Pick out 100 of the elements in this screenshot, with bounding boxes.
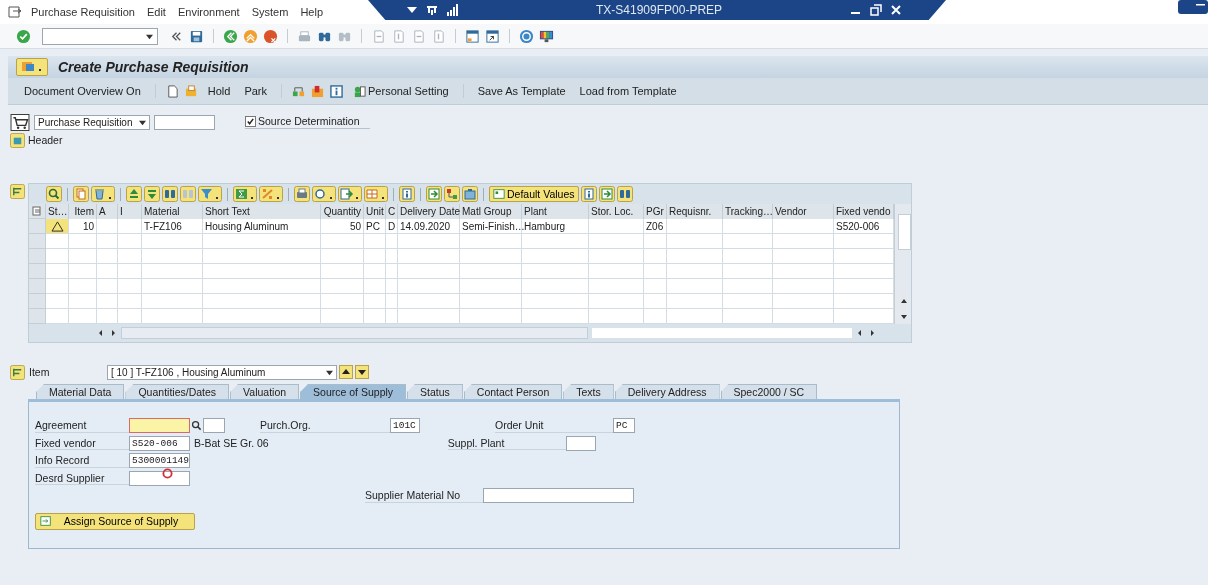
hierarchy-icon[interactable] [292, 84, 305, 98]
menu-item[interactable]: Purchase Requisition [31, 6, 135, 18]
tab[interactable]: Delivery Address [614, 384, 720, 399]
item-dropdown[interactable]: [ 10 ] T-FZ106 , Housing Aluminum [107, 364, 337, 380]
column-header[interactable]: Fixed vendo [834, 204, 894, 219]
document-arrow-icon[interactable] [426, 186, 442, 202]
toolbar-button[interactable]: Save As Template [473, 85, 570, 97]
column-header[interactable]: Item [69, 204, 97, 219]
scroll-thumb[interactable] [121, 327, 588, 339]
toolbar-button[interactable]: Hold [203, 85, 235, 97]
column-header[interactable]: PGr [644, 204, 667, 219]
scroll-arrows-icon[interactable] [856, 329, 876, 337]
agreement-field[interactable] [129, 418, 190, 434]
help-icon[interactable] [519, 28, 534, 44]
tab[interactable]: Source of Supply [300, 384, 407, 399]
header-label[interactable]: Header [28, 134, 63, 146]
column-header[interactable]: Delivery Date [398, 204, 460, 219]
caret-icon[interactable] [139, 118, 146, 126]
window-icon[interactable] [485, 28, 500, 44]
menu-button[interactable] [16, 58, 48, 76]
menu-item[interactable]: Edit [146, 6, 166, 18]
trash-icon[interactable] [91, 186, 115, 202]
column-header[interactable]: Unit [364, 204, 386, 219]
input-field[interactable] [203, 418, 225, 434]
new-document-icon[interactable] [165, 84, 179, 98]
document-arrow-icon[interactable] [598, 186, 615, 202]
tab[interactable]: Valuation [230, 384, 300, 399]
person-icon[interactable] [353, 84, 366, 98]
binoculars-icon[interactable] [162, 186, 178, 202]
supplier-material-field[interactable] [483, 488, 634, 504]
column-header[interactable]: Vendor [773, 204, 834, 219]
printer-icon[interactable] [297, 28, 312, 44]
collapse-icon[interactable] [10, 364, 25, 380]
column-header[interactable]: Quantity [321, 204, 364, 219]
column-header[interactable]: A [97, 204, 118, 219]
menu-icon[interactable] [20, 60, 44, 74]
column-header[interactable]: Short Text [203, 204, 321, 219]
caret-icon[interactable] [326, 368, 333, 376]
personal-setting-button[interactable]: Personal Setting [349, 84, 453, 98]
default-values-button[interactable]: Default Values [489, 186, 579, 202]
scroll-arrows-icon[interactable] [97, 329, 117, 337]
info-icon[interactable] [580, 186, 597, 202]
vertical-scrollbar[interactable] [894, 204, 911, 324]
column-header[interactable]: Matl Group [460, 204, 522, 219]
assign-source-button[interactable]: Assign Source of Supply [35, 512, 195, 530]
previous-item-icon[interactable] [339, 365, 353, 379]
info-icon[interactable] [399, 186, 415, 202]
column-header[interactable]: Requisnr. [667, 204, 723, 219]
tab[interactable]: Material Data [36, 384, 125, 399]
pin-icon[interactable] [426, 4, 438, 16]
column-header[interactable]: Tracking… [723, 204, 773, 219]
folder-icon[interactable] [184, 84, 198, 98]
column-header[interactable]: I [118, 204, 142, 219]
filter-icon[interactable] [198, 186, 222, 202]
export-icon[interactable] [338, 186, 362, 202]
save-icon[interactable] [189, 28, 204, 44]
column-header[interactable]: St… [46, 204, 69, 219]
monitor-icon[interactable] [539, 28, 554, 44]
column-header[interactable]: Plant [522, 204, 589, 219]
toolbar-button[interactable]: Park [240, 85, 271, 97]
tab[interactable]: Texts [563, 384, 614, 399]
scroll-thumb[interactable] [898, 214, 911, 250]
info-icon[interactable] [330, 84, 343, 98]
column-header[interactable]: Material [142, 204, 203, 219]
source-determination-checkbox[interactable]: Source Determination [245, 115, 370, 129]
cart-icon[interactable] [10, 113, 30, 131]
tab[interactable]: Quantities/Dates [125, 384, 230, 399]
tab[interactable]: Status [407, 384, 463, 399]
document-type-dropdown[interactable]: Purchase Requisition [34, 114, 150, 130]
sort-icon[interactable] [126, 186, 142, 202]
command-field[interactable] [42, 27, 158, 45]
toolbar-button[interactable]: Load from Template [575, 85, 681, 97]
copy-icon[interactable] [73, 186, 89, 202]
exit-icon[interactable] [243, 28, 258, 44]
search-icon[interactable] [191, 420, 202, 432]
document-number-field[interactable] [154, 114, 215, 130]
menu-item[interactable]: System [251, 6, 289, 18]
menu-item[interactable]: Environment [177, 6, 240, 18]
minimize-icon[interactable] [1178, 0, 1208, 14]
sort-icon[interactable] [144, 186, 160, 202]
menu-icon[interactable] [8, 5, 22, 19]
document-arrow-icon[interactable] [40, 515, 52, 527]
toolbar-button[interactable]: Document Overview On [20, 85, 145, 97]
binoculars-icon[interactable] [616, 186, 633, 202]
back-icon[interactable] [223, 28, 238, 44]
enter-icon[interactable] [16, 28, 31, 44]
tab[interactable]: Spec2000 / SC [720, 384, 818, 399]
sum-icon[interactable] [233, 186, 257, 202]
checkmark-icon[interactable] [246, 116, 255, 126]
close-icon[interactable] [890, 4, 903, 16]
fixed-vendor-field[interactable]: S520-006 [129, 435, 190, 451]
cancel-icon[interactable] [263, 28, 278, 44]
supplying-plant-field[interactable] [565, 435, 596, 451]
desired-supplier-field[interactable] [129, 470, 190, 486]
percent-icon[interactable] [259, 186, 283, 202]
window-icon[interactable] [465, 28, 480, 44]
table-icon[interactable] [364, 186, 388, 202]
zoom-icon[interactable] [46, 186, 62, 202]
info-record-field[interactable]: 5300001149 [129, 453, 190, 469]
caret-icon[interactable] [146, 32, 153, 40]
